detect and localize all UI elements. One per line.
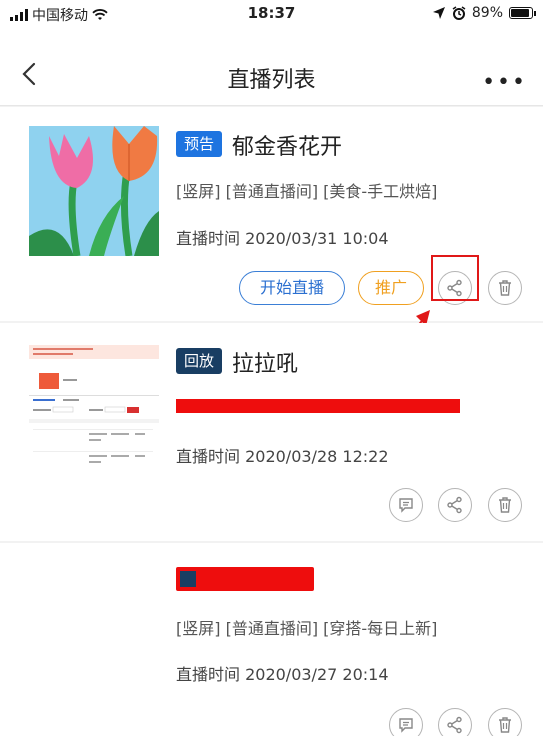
share-button[interactable] (438, 708, 472, 736)
item-categories: [竖屏] [普通直播间] [美食-手工烘焙] (176, 182, 438, 201)
message-icon (399, 498, 413, 513)
message-icon (399, 718, 413, 733)
annotation-highlight-box (431, 255, 479, 301)
share-icon (447, 496, 462, 514)
preview-tag: 预告 (176, 131, 223, 157)
item-time: 直播时间 2020/03/27 20:14 (176, 665, 389, 684)
nav-bar: 直播列表 ••• (0, 22, 543, 106)
live-item[interactable]: [竖屏] [普通直播间] [穿搭-每日上新] 直播时间 2020/03/27 2… (0, 543, 543, 736)
live-item[interactable]: 预告 郁金香花开 [竖屏] [普通直播间] [美食-手工烘焙] 直播时间 202… (0, 107, 543, 321)
status-right: 89% (432, 5, 536, 21)
share-button[interactable] (438, 488, 472, 522)
delete-button[interactable] (488, 708, 522, 736)
live-item[interactable]: 回放 拉拉吼 直播时间 2020/03/28 12:22 (0, 323, 543, 541)
tulip-thumbnail (29, 126, 159, 256)
redaction-bar (176, 399, 460, 413)
delete-button[interactable] (488, 271, 522, 305)
more-dots-icon[interactable]: ••• (482, 70, 527, 95)
item-categories: [竖屏] [普通直播间] [穿搭-每日上新] (176, 619, 438, 638)
comment-button[interactable] (389, 488, 423, 522)
redacted-tag (180, 571, 196, 587)
replay-tag: 回放 (176, 348, 223, 374)
trash-icon (499, 717, 511, 733)
page-title: 直播列表 (227, 68, 316, 93)
item-title: 拉拉吼 (232, 352, 299, 377)
status-bar: 中国移动 18:37 89% (0, 0, 543, 24)
share-icon (447, 716, 462, 734)
item-title: 郁金香花开 (232, 135, 343, 160)
item-time: 直播时间 2020/03/31 10:04 (176, 229, 389, 248)
item-time: 直播时间 2020/03/28 12:22 (176, 447, 389, 466)
redaction-bar (176, 567, 314, 591)
location-arrow-icon (432, 7, 445, 19)
battery-icon (509, 7, 536, 19)
comment-button[interactable] (389, 708, 423, 736)
delete-button[interactable] (488, 488, 522, 522)
trash-icon (499, 497, 511, 513)
battery-percent: 89% (471, 5, 503, 21)
alarm-icon (452, 6, 466, 20)
trash-icon (499, 280, 511, 296)
screenshot-thumbnail (29, 343, 159, 473)
start-live-button[interactable]: 开始直播 (239, 271, 345, 305)
